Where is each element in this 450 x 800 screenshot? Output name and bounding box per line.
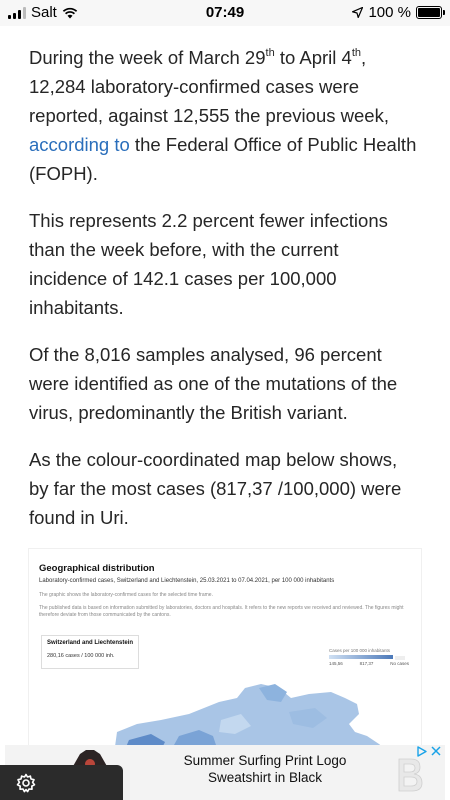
status-bar: Salt 07:49 100 %: [0, 0, 450, 26]
brand-logo-icon[interactable]: [394, 757, 424, 793]
card-title: Switzerland and Liechtenstein: [47, 640, 134, 646]
legend-title: Cases per 100 000 inhabitants: [329, 648, 391, 653]
source-link[interactable]: according to: [29, 134, 130, 155]
paragraph-3: Of the 8,016 samples analysed, 96 percen…: [29, 344, 398, 423]
settings-button[interactable]: [0, 765, 123, 800]
switzerland-map[interactable]: [109, 674, 409, 748]
map-legend: Cases per 100 000 inhabitants 145,56 817…: [329, 648, 409, 666]
article-body: During the week of March 29th to April 4…: [0, 26, 450, 550]
figure-note-1: The graphic shows the laboratory-confirm…: [39, 592, 213, 598]
legend-ticks: 145,56 817,37 No cases: [329, 661, 409, 666]
location-arrow-icon: [352, 7, 364, 18]
card-value: 280,16 cases / 100 000 inh.: [47, 653, 115, 659]
paragraph-1: During the week of March 29th to April 4…: [29, 43, 421, 188]
adchoices-icon[interactable]: [416, 746, 427, 757]
status-right: 100 %: [352, 4, 445, 21]
p1-text-b: to April 4: [274, 47, 352, 68]
legend-nocase-swatch: [395, 656, 405, 660]
p1-sup-b: th: [351, 47, 362, 59]
ad-text[interactable]: Summer Surfing Print Logo Sweatshirt in …: [180, 752, 350, 786]
legend-min: 145,56: [329, 661, 343, 666]
battery-percent: 100 %: [368, 4, 411, 21]
figure-subtitle: Laboratory-confirmed cases, Switzerland …: [39, 578, 335, 584]
p1-sup-a: th: [265, 47, 275, 59]
legend-nocase: No cases: [390, 661, 409, 666]
summary-card: Switzerland and Liechtenstein 280,16 cas…: [41, 635, 139, 669]
embedded-map-figure[interactable]: Geographical distribution Laboratory-con…: [28, 548, 422, 748]
close-icon[interactable]: [431, 746, 441, 756]
ad-choices[interactable]: [416, 746, 441, 757]
legend-gradient: [329, 655, 393, 659]
figure-note-2: The published data is based on informati…: [39, 605, 404, 618]
battery-icon: [416, 6, 445, 19]
paragraph-4: As the colour-coordinated map below show…: [29, 449, 402, 528]
legend-max: 817,37: [359, 661, 374, 666]
paragraph-2: This represents 2.2 percent fewer infect…: [29, 210, 388, 318]
gear-icon: [16, 773, 36, 792]
p1-text-a: During the week of March 29: [29, 47, 266, 68]
figure-title: Geographical distribution: [39, 563, 155, 574]
